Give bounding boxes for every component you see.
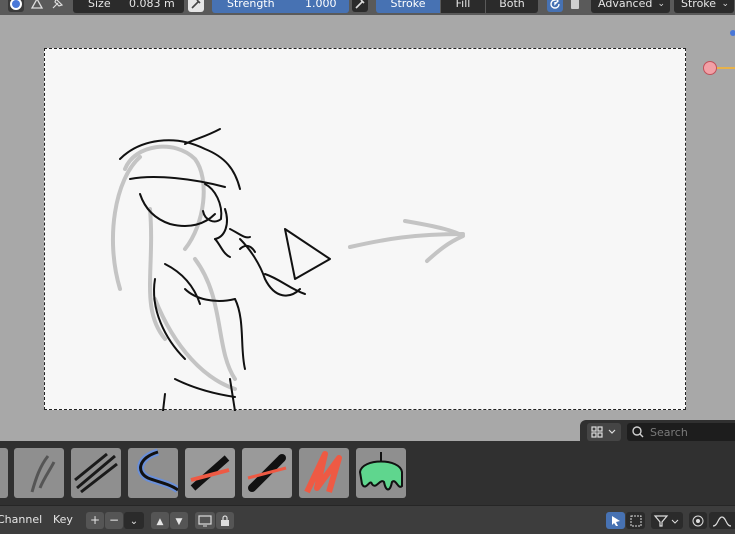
pen-pressure-icon[interactable] [352,0,368,12]
keyframe-options-dropdown[interactable]: ⌄ [124,512,144,529]
stroke-dropdown[interactable]: Stroke ⌄ [674,0,734,13]
size-value: 0.083 m [129,0,175,10]
brush-thumb-ink-curve[interactable] [128,448,178,498]
lock-icon [221,515,229,526]
move-up-button[interactable]: ▲ [151,512,169,529]
size-label: Size [88,0,111,10]
advanced-label: Advanced [598,0,653,10]
refresh-icon[interactable] [547,0,563,12]
pen-pressure-icon[interactable] [188,0,204,12]
brush-thumb-marker-red-black[interactable] [185,448,235,498]
mode-both-label: Both [499,0,525,10]
drawing-canvas[interactable] [44,48,686,411]
monitor-icon [198,515,212,527]
mode-fill-button[interactable]: Fill [441,0,485,13]
select-tool-button[interactable] [606,512,625,529]
material-icon[interactable] [567,0,583,12]
chevron-down-icon: ⌄ [129,516,139,527]
filter-icon [653,515,679,527]
timeline-header: Channel Key + − ⌄ ▲ ▼ [0,505,735,534]
asset-search-field[interactable]: Search [627,423,735,441]
triangle-up-icon: ▲ [156,517,164,527]
brush-thumb-pencil-hatch[interactable] [71,448,121,498]
triangle-down-icon: ▼ [175,517,183,527]
stroke-dropdown-label: Stroke [681,0,717,10]
add-keyframe-button[interactable]: + [86,512,104,529]
move-down-button[interactable]: ▼ [170,512,188,529]
search-placeholder: Search [650,426,688,439]
tool-settings-header: Size 0.083 m Strength 1.000 Stroke Fill … [0,0,735,15]
gizmo-axis-icon[interactable] [730,30,735,36]
brush-thumb-green-drip[interactable] [356,448,406,498]
box-select-button[interactable] [626,512,645,529]
brush-thumb-partial[interactable] [0,448,8,498]
mode-fill-label: Fill [455,0,471,10]
brush-thumb-red-fill[interactable] [299,448,349,498]
mode-stroke-label: Stroke [390,0,426,10]
channel-menu[interactable]: Channel [0,513,42,526]
proportional-icon [692,515,704,527]
brush-icon[interactable] [8,0,24,12]
brush-settings-icon[interactable] [29,0,45,12]
sketch-drawing [110,128,465,411]
minus-icon: − [108,513,120,527]
remove-keyframe-button[interactable]: − [105,512,123,529]
key-menu[interactable]: Key [53,513,73,526]
gizmo-axis-line [716,67,735,69]
strength-value: 1.000 [305,0,337,10]
pin-icon[interactable] [49,0,65,12]
search-icon [632,426,644,438]
filter-dropdown[interactable] [651,512,683,529]
display-toggle-button[interactable] [195,512,215,529]
advanced-dropdown[interactable]: Advanced ⌄ [591,0,670,13]
falloff-dropdown[interactable] [709,512,735,529]
gizmo-handle-icon[interactable] [703,61,717,75]
proportional-edit-button[interactable] [689,512,707,529]
brush-thumb-pencil-soft[interactable] [14,448,64,498]
strength-label: Strength [227,0,275,10]
plus-icon: + [89,513,101,527]
grid-view-button[interactable] [587,423,621,441]
chevron-down-icon: ⌄ [657,0,665,9]
chevron-down-icon: ⌄ [721,0,729,9]
size-field[interactable]: Size 0.083 m [73,0,184,13]
mode-stroke-button[interactable]: Stroke [376,0,440,13]
grid-icon [591,426,616,438]
falloff-curve-icon [712,516,732,527]
strength-field[interactable]: Strength 1.000 [212,0,349,13]
brush-thumb-marker-red-black-2[interactable] [242,448,292,498]
lock-toggle-button[interactable] [216,512,234,529]
mode-both-button[interactable]: Both [486,0,538,13]
cursor-icon [611,516,620,526]
box-select-icon [630,515,641,527]
